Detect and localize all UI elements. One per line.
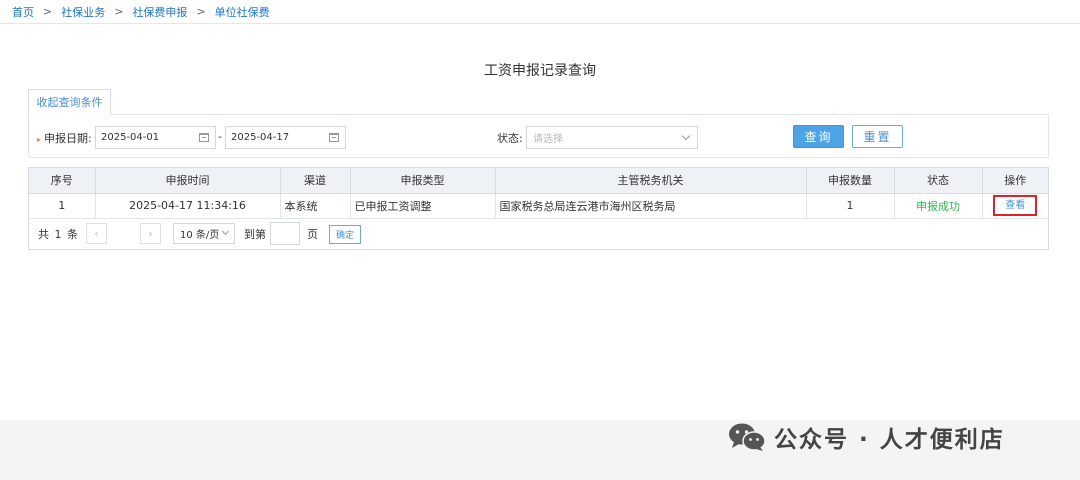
cell-status: 申报成功 xyxy=(893,192,983,219)
column-header-channel: 渠道 xyxy=(279,168,351,194)
breadcrumb-social-insurance[interactable]: 社保业务 xyxy=(61,4,105,20)
watermark-text: 公众号 · 人才便利店 xyxy=(774,427,1005,453)
page-size-value: 10 条/页 xyxy=(180,230,220,241)
column-header-status: 状态 xyxy=(893,168,983,194)
watermark: 公众号 · 人才便利店 xyxy=(728,421,1005,453)
breadcrumb-separator: > xyxy=(43,5,53,18)
chevron-right-icon: › xyxy=(148,227,153,240)
page-title: 工资申报记录查询 xyxy=(484,63,596,79)
chevron-down-icon xyxy=(681,131,691,141)
calendar-icon[interactable] xyxy=(199,133,209,142)
reset-button[interactable]: 重置 xyxy=(852,125,903,148)
breadcrumb-separator: > xyxy=(114,5,124,18)
status-select[interactable]: 请选择 xyxy=(526,126,698,149)
chevron-left-icon: ‹ xyxy=(94,227,99,240)
table-row: 1 2025-04-17 11:34:16 本系统 已申报工资调整 国家税务总局… xyxy=(29,192,1048,219)
view-button[interactable]: 查看 xyxy=(993,195,1038,216)
goto-confirm-button[interactable]: 确定 xyxy=(329,225,361,244)
pagination: 共 1 条 ‹ 1 › 10 条/页 到第 页 确定 xyxy=(29,220,1048,248)
page-suffix-label: 页 xyxy=(307,228,318,241)
collapse-filter-tab[interactable]: 收起查询条件 xyxy=(28,89,111,115)
goto-label: 到第 xyxy=(244,228,266,241)
total-count: 共 1 条 xyxy=(38,228,79,241)
date-end-input[interactable]: 2025-04-17 xyxy=(225,126,346,149)
cell-time: 2025-04-17 11:34:16 xyxy=(94,192,281,219)
cell-count: 1 xyxy=(805,192,895,219)
records-table-panel: 序号 申报时间 渠道 申报类型 主管税务机关 申报数量 状态 操作 1 2025… xyxy=(28,167,1049,250)
breadcrumb-home[interactable]: 首页 xyxy=(12,4,34,20)
date-range-separator: - xyxy=(218,130,222,143)
date-end-value: 2025-04-17 xyxy=(231,132,290,143)
table-header-row: 序号 申报时间 渠道 申报类型 主管税务机关 申报数量 状态 操作 xyxy=(29,168,1048,194)
status-label: 状态: xyxy=(497,132,523,145)
breadcrumb: 首页 > 社保业务 > 社保费申报 > 单位社保费 xyxy=(0,0,1080,24)
date-label-wrap: ▸ 申报日期: xyxy=(37,130,92,146)
date-start-input[interactable]: 2025-04-01 xyxy=(95,126,216,149)
records-table: 序号 申报时间 渠道 申报类型 主管税务机关 申报数量 状态 操作 1 2025… xyxy=(29,168,1048,219)
query-button[interactable]: 查询 xyxy=(793,125,844,148)
column-header-type: 申报类型 xyxy=(349,168,496,194)
breadcrumb-separator: > xyxy=(196,5,206,18)
page-size-select[interactable]: 10 条/页 xyxy=(173,223,235,244)
goto-page-input[interactable] xyxy=(270,222,300,245)
wechat-icon xyxy=(729,423,766,451)
cell-index: 1 xyxy=(29,192,96,219)
breadcrumb-unit-fee[interactable]: 单位社保费 xyxy=(215,4,270,20)
calendar-icon[interactable] xyxy=(329,133,339,142)
column-header-time: 申报时间 xyxy=(94,168,281,194)
required-marker-icon: ▸ xyxy=(37,135,42,144)
column-header-count: 申报数量 xyxy=(805,168,895,194)
breadcrumb-fee-declaration[interactable]: 社保费申报 xyxy=(132,4,187,20)
date-label: 申报日期: xyxy=(44,132,92,145)
column-header-authority: 主管税务机关 xyxy=(494,168,807,194)
column-header-index: 序号 xyxy=(29,168,96,194)
status-placeholder: 请选择 xyxy=(533,134,563,145)
cell-authority: 国家税务总局连云港市海州区税务局 xyxy=(494,192,807,219)
cell-channel: 本系统 xyxy=(279,192,351,219)
column-header-action: 操作 xyxy=(981,168,1048,194)
chevron-down-icon xyxy=(221,227,230,236)
prev-page-button[interactable]: ‹ xyxy=(86,223,107,244)
cell-action: 查看 xyxy=(981,192,1048,219)
filter-panel: ▸ 申报日期: 2025-04-01 - 2025-04-17 状态: 请选择 查… xyxy=(28,114,1049,158)
cell-type: 已申报工资调整 xyxy=(349,192,496,219)
date-start-value: 2025-04-01 xyxy=(101,132,160,143)
next-page-button[interactable]: › xyxy=(140,223,161,244)
